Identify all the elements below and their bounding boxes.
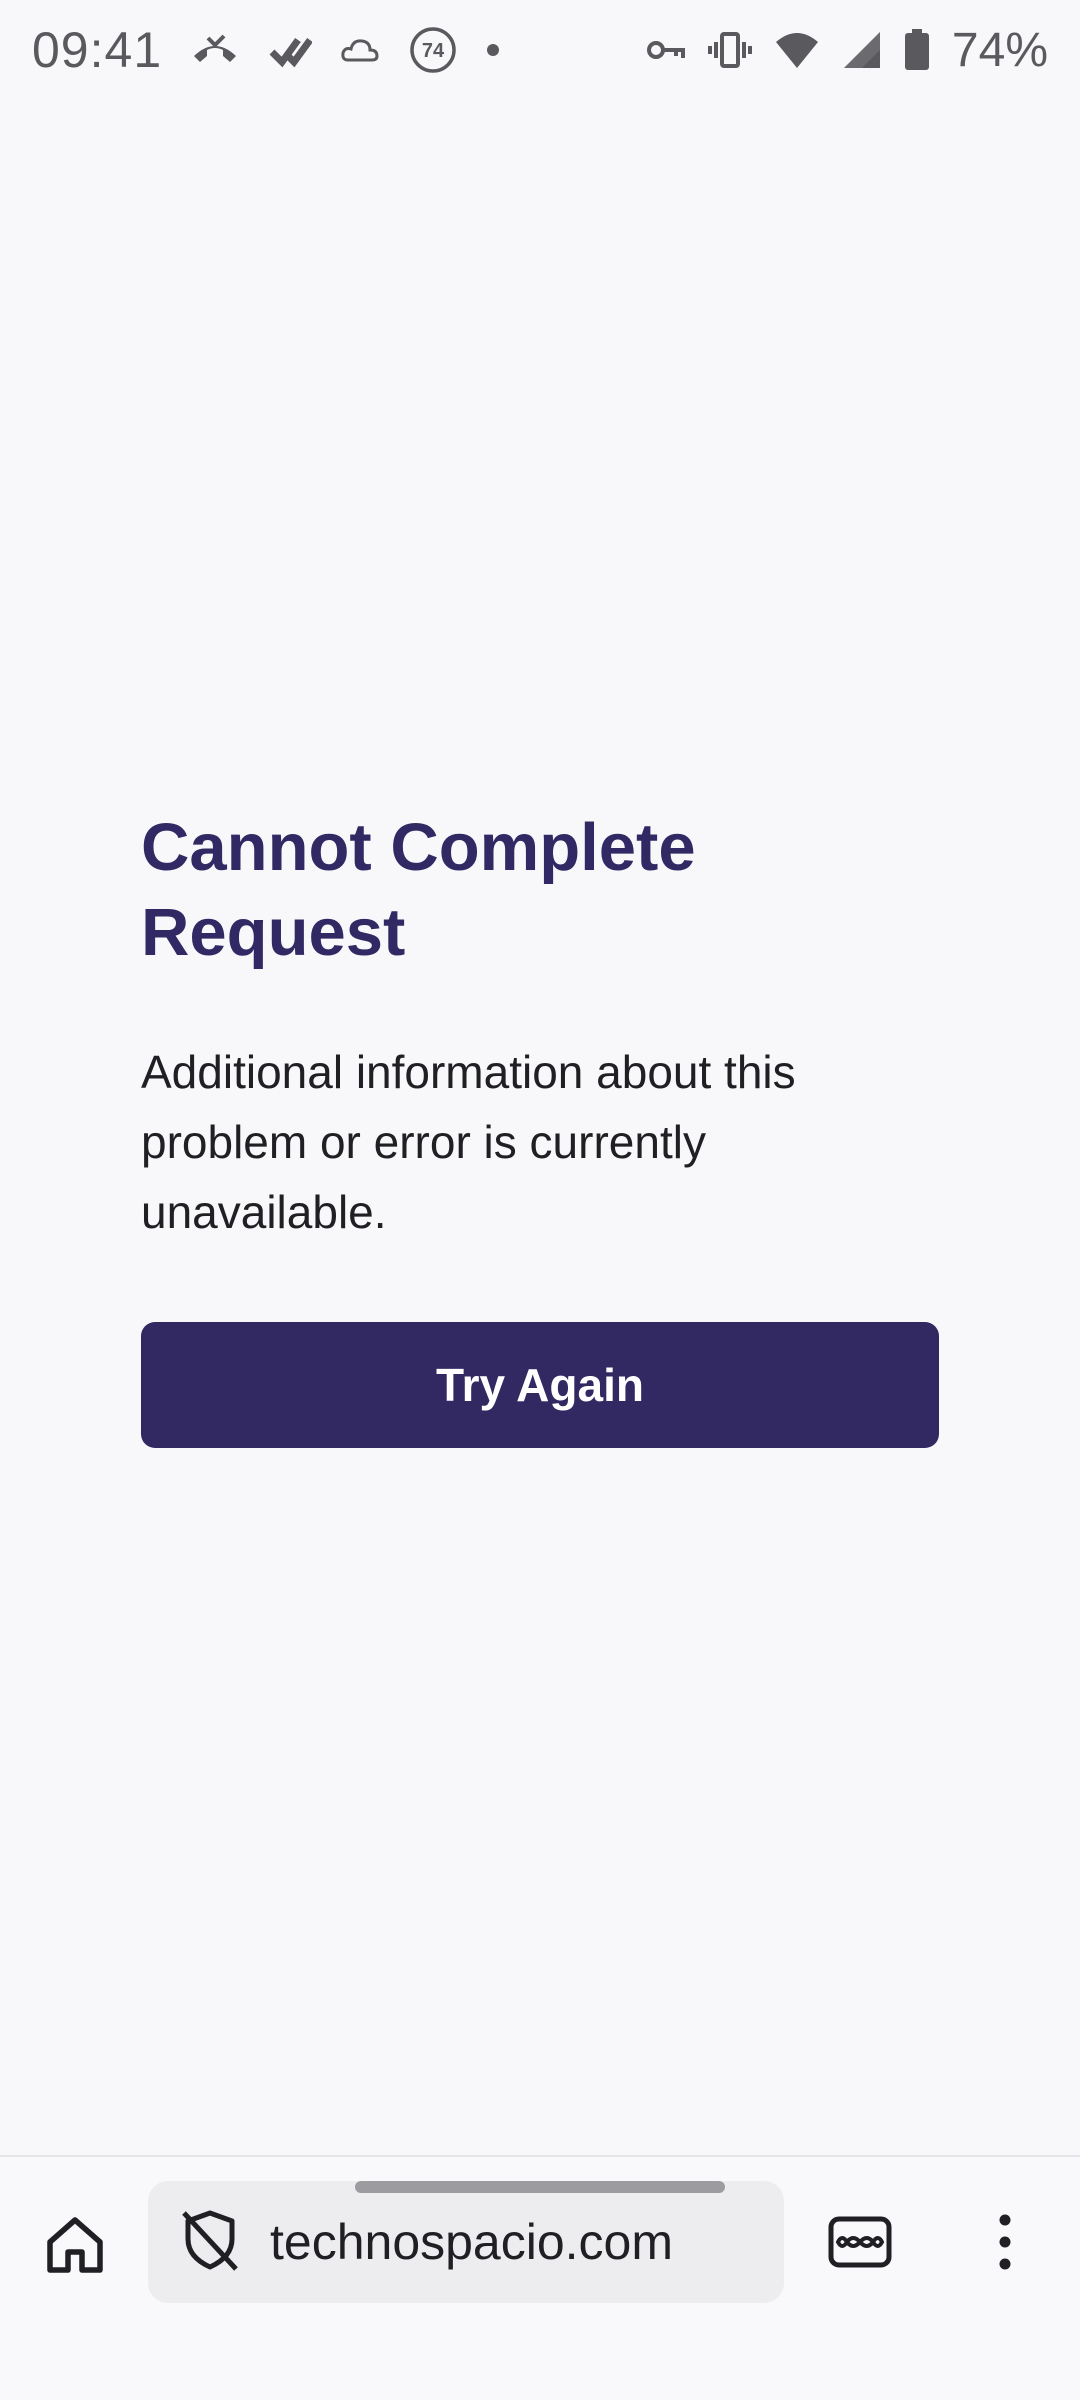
status-time: 09:41 (32, 22, 163, 78)
signal-icon (842, 30, 882, 70)
more-vert-icon (995, 2212, 1015, 2277)
badge-74-text: 74 (422, 40, 445, 62)
cloud-icon (340, 32, 380, 68)
tabs-button[interactable] (815, 2199, 905, 2289)
error-content: Cannot Complete Request Additional infor… (141, 805, 941, 1247)
tabs-icon (827, 2215, 893, 2274)
vibrate-icon (707, 30, 752, 70)
status-bar-right: 74% (646, 23, 1048, 78)
more-menu-button[interactable] (960, 2199, 1050, 2289)
gesture-handle[interactable] (355, 2181, 725, 2193)
status-bar-left: 09:41 74 (32, 21, 500, 79)
wifi-icon (774, 30, 820, 70)
url-bar[interactable]: technospacio.com (148, 2181, 784, 2303)
home-icon (42, 2212, 108, 2283)
missed-call-icon (190, 30, 240, 70)
dot-icon (486, 43, 500, 57)
shield-off-icon[interactable] (178, 2207, 242, 2278)
try-again-button[interactable]: Try Again (141, 1322, 939, 1448)
error-title: Cannot Complete Request (141, 810, 696, 970)
double-check-icon (268, 30, 313, 70)
status-bar: 09:41 74 74% (0, 0, 1080, 100)
badge-74-icon: 74 (408, 25, 458, 75)
battery-percent: 74% (951, 23, 1048, 77)
vpn-key-icon (646, 36, 686, 64)
url-text[interactable]: technospacio.com (270, 2213, 673, 2271)
home-button[interactable] (30, 2202, 120, 2292)
battery-icon (904, 29, 930, 71)
error-message: Additional information about this proble… (141, 1046, 796, 1238)
